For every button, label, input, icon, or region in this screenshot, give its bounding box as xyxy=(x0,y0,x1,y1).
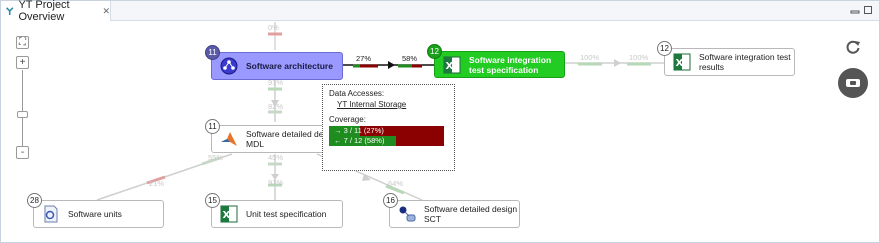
zoom-slider-thumb[interactable] xyxy=(17,111,28,118)
camera-icon xyxy=(846,79,860,87)
coverage-backward-text: ← 7 / 12 (58%) xyxy=(334,136,385,145)
node-count-badge: 28 xyxy=(27,193,42,208)
edge-label: 100% xyxy=(629,53,649,62)
edge-label: 45% xyxy=(268,153,284,162)
node-software-detailed-design-sct[interactable]: Software detailed design SCT xyxy=(389,200,520,228)
excel-icon: X xyxy=(673,53,691,71)
node-count-badge: 12 xyxy=(427,44,442,59)
node-label: Unit test specification xyxy=(246,209,327,219)
edge-label: 100% xyxy=(580,53,600,62)
edge-label: 21% xyxy=(149,179,165,188)
svg-text:X: X xyxy=(676,58,684,69)
matlab-icon xyxy=(221,132,237,146)
refresh-icon xyxy=(846,40,860,54)
project-overview-view: YT Project Overview ✕ 0% 27% 58% 100% 10… xyxy=(0,0,880,243)
edge-label-forward: 27% xyxy=(356,54,372,63)
edge-label: 55% xyxy=(208,153,224,162)
coverage-forward-text: → 3 / 11 (27%) xyxy=(334,126,384,135)
tab-yt-project-overview[interactable]: YT Project Overview ✕ xyxy=(1,0,111,23)
excel-icon: X xyxy=(443,56,461,73)
project-overview-icon xyxy=(6,7,14,15)
node-software-integration-test-results[interactable]: X Software integration test results xyxy=(664,48,795,76)
code-file-icon xyxy=(44,205,58,223)
zoom-in-button[interactable]: + xyxy=(16,56,29,69)
arrow-head xyxy=(614,59,621,67)
coverage-label: Coverage: xyxy=(329,115,366,124)
node-count-badge: 15 xyxy=(205,193,220,208)
fit-to-view-button[interactable]: ⛶ xyxy=(16,36,29,49)
tab-bar: YT Project Overview ✕ xyxy=(1,0,879,23)
refresh-button[interactable] xyxy=(838,32,868,62)
node-software-architecture[interactable]: Software architecture xyxy=(211,52,343,80)
node-count-badge: 12 xyxy=(657,41,672,56)
node-count-badge: 11 xyxy=(205,45,220,60)
node-label: Software architecture xyxy=(246,61,333,71)
svg-text:X: X xyxy=(446,61,454,72)
zoom-out-button[interactable]: - xyxy=(16,146,29,159)
edge-label: 91% xyxy=(268,178,284,187)
node-software-integration-test-specification[interactable]: X Software integration test specificatio… xyxy=(434,51,565,78)
edge-label: 82% xyxy=(268,102,284,111)
arrow-head xyxy=(388,61,395,69)
edge-coverage-tooltip: Data Accesses: YT Internal Storage Cover… xyxy=(322,84,455,171)
node-unit-test-specification[interactable]: X Unit test specification xyxy=(211,200,343,228)
node-software-units[interactable]: Software units xyxy=(33,200,164,228)
coverage-forward-bar: → 3 / 11 (27%) xyxy=(329,126,444,136)
node-count-badge: 11 xyxy=(205,119,220,134)
coverage-backward-bar: ← 7 / 12 (58%) xyxy=(329,136,444,146)
node-count-badge: 16 xyxy=(383,193,398,208)
minimize-icon[interactable] xyxy=(850,5,860,15)
node-label: Software units xyxy=(68,209,122,219)
storage-link[interactable]: YT Internal Storage xyxy=(337,100,448,109)
excel-icon: X xyxy=(220,205,238,223)
edge-label: 0% xyxy=(268,23,279,32)
capture-button[interactable] xyxy=(838,68,868,98)
zoom-slider-track[interactable] xyxy=(22,70,23,146)
statechart-icon xyxy=(399,206,416,222)
node-label: Software detailed design SCT xyxy=(424,204,518,224)
architecture-icon xyxy=(220,57,238,75)
node-label: Software integration test specification xyxy=(469,54,552,75)
diagram-canvas[interactable]: 0% 27% 58% 100% 100% 91% 82% 55% 45% 0% … xyxy=(2,22,880,243)
tab-title: YT Project Overview xyxy=(18,0,70,23)
close-icon[interactable]: ✕ xyxy=(102,6,110,17)
edge-label: 64% xyxy=(388,179,404,188)
edge-label-backward: 58% xyxy=(402,54,418,63)
data-accesses-label: Data Accesses: xyxy=(329,89,385,98)
node-label: Software integration test results xyxy=(699,52,791,72)
maximize-icon[interactable] xyxy=(863,5,873,15)
svg-text:X: X xyxy=(223,210,231,221)
